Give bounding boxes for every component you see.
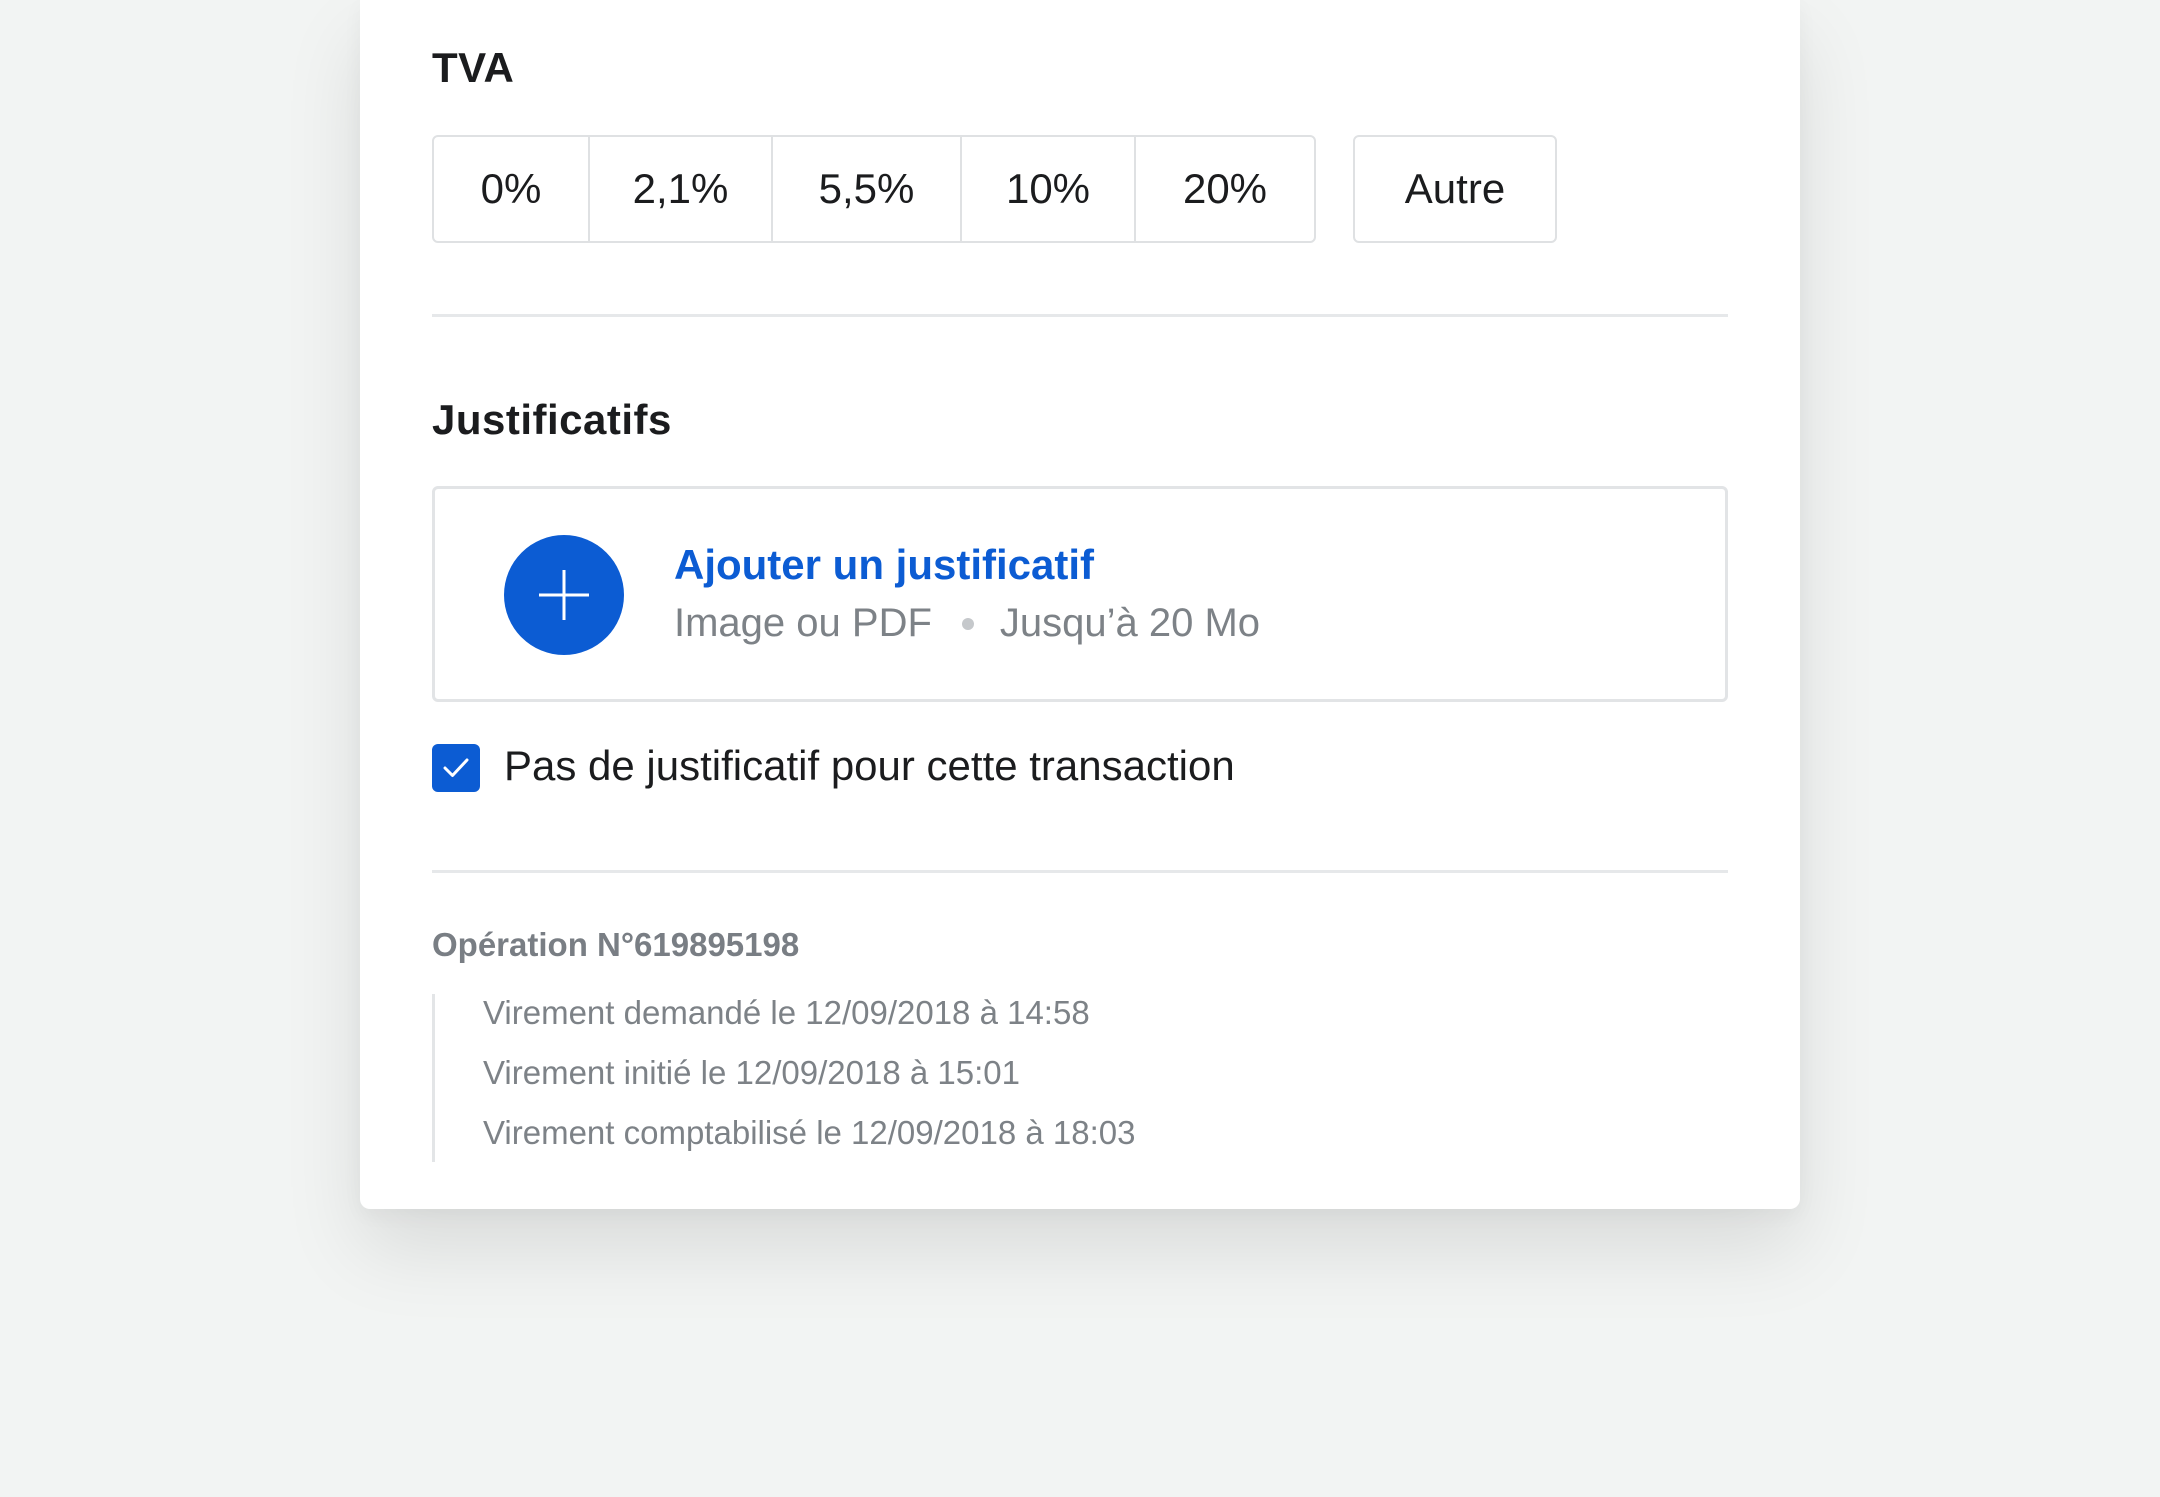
operation-number: Opération N°619895198 [432,926,800,963]
vat-option-0[interactable]: 0% [434,137,590,241]
vat-other-button[interactable]: Autre [1353,135,1557,243]
divider [432,314,1728,317]
vat-option-5-5[interactable]: 5,5% [773,137,962,241]
separator-dot-icon [961,617,974,630]
add-attachment-link[interactable]: Ajouter un justificatif [674,541,1094,589]
vat-option-20[interactable]: 20% [1136,137,1314,241]
divider [432,870,1728,873]
history-item: Virement demandé le 12/09/2018 à 14:58 [483,994,1090,1031]
upload-constraints: Image ou PDF Jusqu’à 20 Mo [674,601,1260,646]
history-item: Virement comptabilisé le 12/09/2018 à 18… [483,1114,1136,1151]
history-item: Virement initié le 12/09/2018 à 15:01 [483,1054,1020,1091]
upload-size-limit: Jusqu’à 20 Mo [999,601,1261,645]
vat-option-2-1[interactable]: 2,1% [590,137,773,241]
plus-icon[interactable] [504,535,624,655]
no-attachment-label[interactable]: Pas de justificatif pour cette transacti… [504,742,1235,790]
add-attachment-dropzone[interactable]: Ajouter un justificatif Image ou PDF Jus… [432,486,1728,702]
upload-formats: Image ou PDF [674,601,932,645]
vat-section-title: TVA [432,44,515,91]
checkmark-icon [443,758,469,777]
attachments-section-title: Justificatifs [432,396,672,443]
vat-option-10[interactable]: 10% [962,137,1136,241]
vat-rate-selector: 0% 2,1% 5,5% 10% 20% [432,135,1316,243]
no-attachment-checkbox[interactable] [432,744,480,792]
transaction-details-card: TVA 0% 2,1% 5,5% 10% 20% Autre Justifica… [360,0,1800,1209]
operation-history: Virement demandé le 12/09/2018 à 14:58 V… [432,994,1632,1162]
